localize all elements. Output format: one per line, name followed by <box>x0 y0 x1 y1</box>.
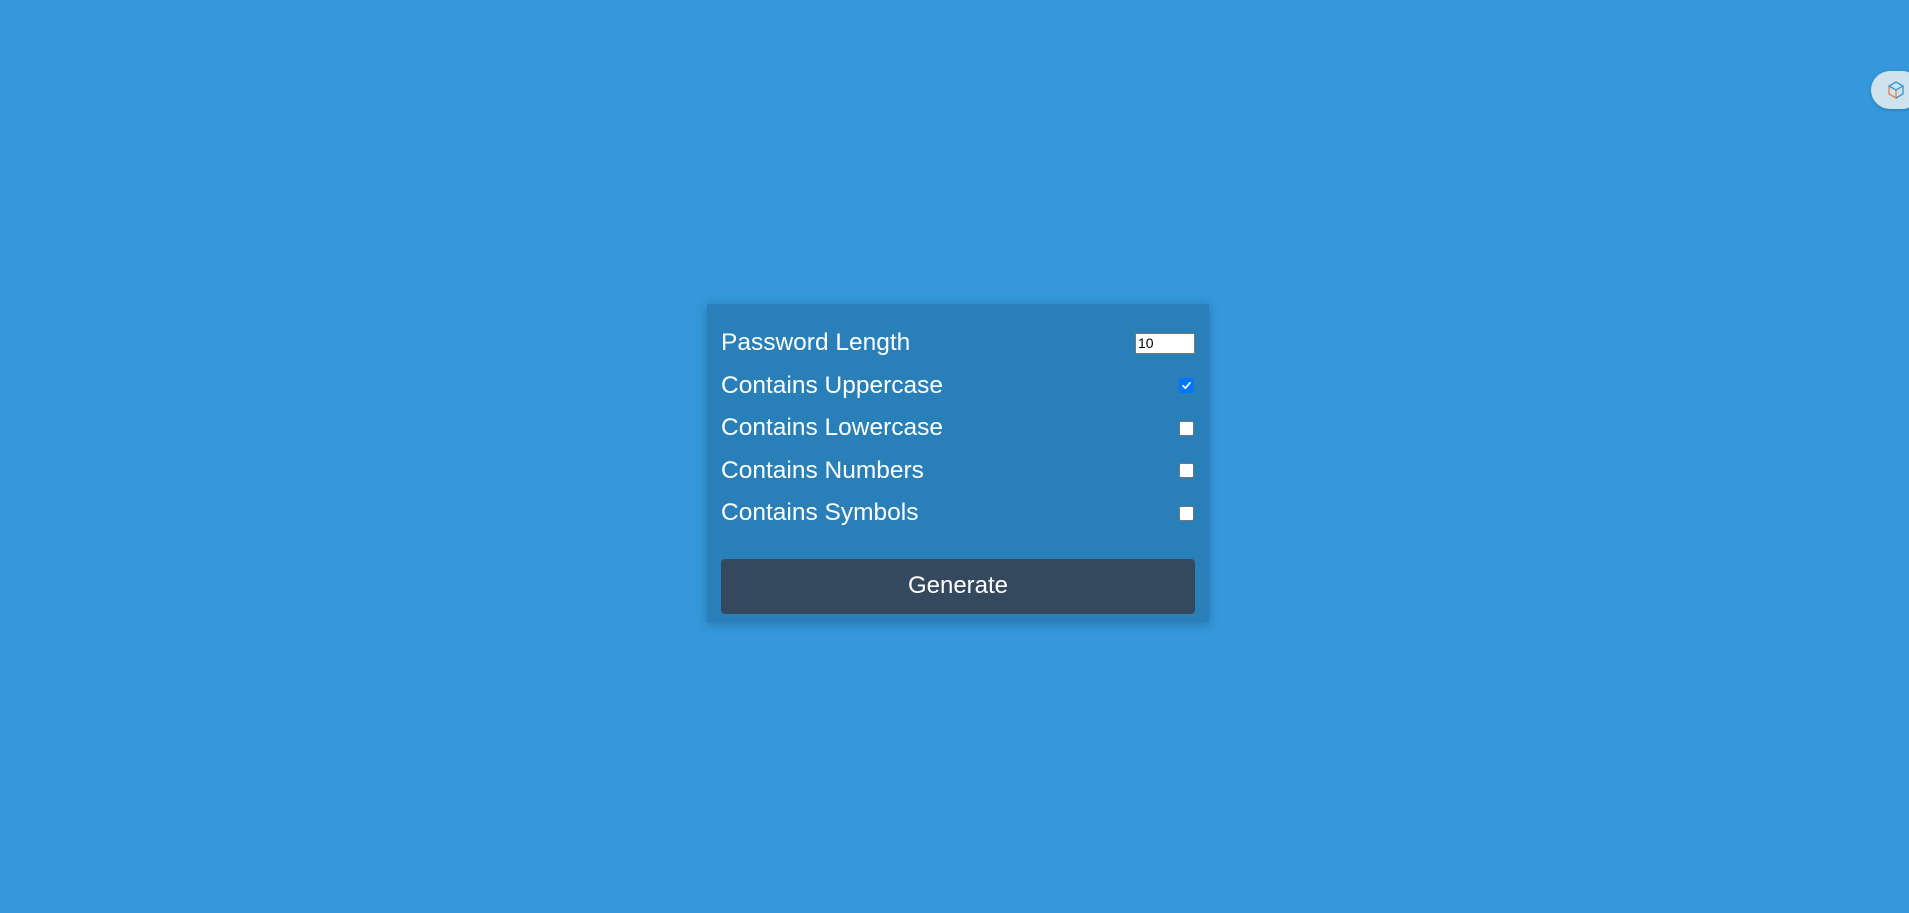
password-length-label: Password Length <box>721 329 911 357</box>
browser-extension-tab[interactable] <box>1871 71 1909 109</box>
symbols-option-label: Contains Symbols <box>721 499 919 527</box>
uppercase-option-label: Contains Uppercase <box>721 371 943 399</box>
password-generator-card: Password Length Contains Uppercase Conta… <box>707 304 1209 622</box>
checkmark-icon <box>1182 382 1191 390</box>
symbols-option-row: Contains Symbols <box>721 492 1195 535</box>
numbers-option-label: Contains Numbers <box>721 456 924 484</box>
uppercase-option-row: Contains Uppercase <box>721 365 1195 408</box>
lowercase-option-row: Contains Lowercase <box>721 407 1195 450</box>
cube-extension-icon <box>1887 81 1905 100</box>
numbers-option-row: Contains Numbers <box>721 450 1195 493</box>
symbols-checkbox[interactable] <box>1179 505 1194 521</box>
numbers-checkbox[interactable] <box>1179 463 1194 479</box>
lowercase-option-label: Contains Lowercase <box>721 414 943 442</box>
password-length-input[interactable] <box>1135 332 1195 354</box>
generate-button[interactable]: Generate <box>721 558 1195 614</box>
lowercase-checkbox[interactable] <box>1179 420 1194 436</box>
uppercase-checkbox[interactable] <box>1179 378 1194 394</box>
password-length-row: Password Length <box>721 322 1195 365</box>
